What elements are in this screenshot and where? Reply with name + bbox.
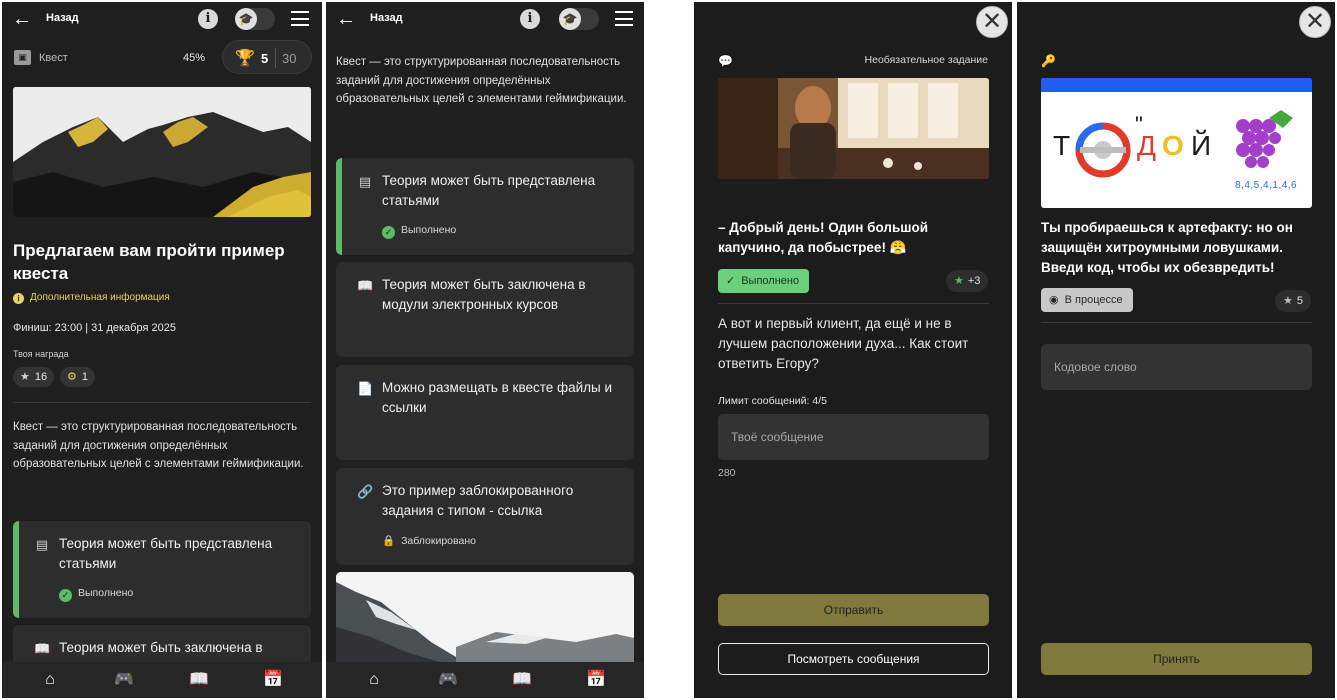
calendar-icon[interactable]: 📅	[263, 670, 283, 690]
quest-status-row: ▣ Квест 45% 🏆 5 30	[14, 40, 312, 74]
book-icon[interactable]: 📖	[512, 670, 532, 690]
progress-percent: 45%	[183, 52, 206, 64]
check-icon: ✓	[59, 589, 72, 602]
header: ← Назад i 🎓	[326, 2, 644, 36]
quest-overview-panel: ← Назад i 🎓 ▣ Квест 45% 🏆 5 30 Предлагае…	[2, 2, 322, 698]
lock-icon: 🔒	[382, 535, 396, 547]
artifact-text: Ты пробираешься к артефакту: но он защищ…	[1041, 220, 1293, 275]
message-input[interactable]	[718, 414, 989, 460]
in-progress-icon: ◉	[1049, 294, 1059, 306]
cafe-scene-image	[718, 78, 989, 179]
coin-icon: ⚙	[67, 371, 77, 383]
rebus-image: Т " Д О Й 8,4,5,4,1,4,6	[1041, 78, 1312, 208]
graduation-toggle[interactable]: 🎓	[559, 8, 599, 30]
quest-label: Квест	[39, 52, 68, 64]
trophies-done: 5	[261, 51, 269, 66]
quest-title: Предлагаем вам пройти пример квеста	[13, 241, 285, 283]
rebus-letter: Й	[1191, 130, 1212, 161]
back-arrow-icon[interactable]: ←	[12, 9, 32, 29]
link-icon: 🔗	[357, 484, 374, 499]
finish-date: Финиш: 23:00 | 31 декабря 2025	[13, 322, 176, 334]
rebus-letter: Д	[1137, 130, 1156, 161]
star-icon: ★	[1283, 295, 1293, 307]
task-card[interactable]: 📄 Можно размещать в квесте файлы и ссылк…	[336, 365, 634, 460]
menu-icon[interactable]	[291, 11, 309, 26]
graduation-toggle[interactable]: 🎓	[235, 8, 275, 30]
reward-label: Твоя награда	[13, 349, 69, 359]
status-chip: ✓ Выполнено	[718, 269, 810, 293]
rebus-letter: О	[1162, 130, 1184, 161]
task-status: ✓ Выполнено	[382, 224, 456, 239]
star-icon: ★	[954, 275, 964, 287]
calendar-icon[interactable]: 📅	[586, 670, 606, 690]
map-icon: ▣	[14, 50, 31, 65]
task-image	[336, 572, 634, 672]
rebus-letter: Т	[1053, 130, 1071, 161]
graduation-cap-icon: 🎓	[235, 8, 257, 30]
info-icon[interactable]: i	[520, 9, 540, 29]
reward-coins: ⚙ 1	[60, 367, 95, 387]
back-label[interactable]: Назад	[370, 12, 403, 24]
trophy-icon: 🏆	[235, 50, 255, 67]
book-icon: 📖	[34, 641, 51, 656]
header: ← Назад i 🎓	[2, 2, 322, 36]
trophy-counter[interactable]: 🏆 5 30	[222, 40, 312, 74]
home-icon[interactable]: ⌂	[40, 670, 60, 690]
code-task-modal: ✕ 🔑 Т " Д О Й 8,4,5,4,1,4,6 Ты пробираеш…	[1017, 2, 1335, 698]
customer-greeting: – Добрый день! Один большой капучино, да…	[718, 220, 929, 255]
chat-task-modal: ✕ 💬 Необязательное задание – Добрый день…	[694, 2, 1012, 698]
graduation-cap-icon: 🎓	[559, 8, 581, 30]
task-card[interactable]: 📖 Теория может быть заключена в модули э…	[336, 262, 634, 357]
article-icon: ▤	[35, 537, 49, 552]
star-icon: ★	[20, 371, 30, 383]
quest-tasks-panel: ← Назад i 🎓 Квест — это структурированна…	[326, 2, 644, 698]
close-icon[interactable]: ✕	[976, 6, 1008, 38]
status-chip: ◉ В процессе	[1041, 288, 1133, 312]
message-limit: Лимит сообщений: 4/5	[718, 395, 827, 407]
reward-stars: ★ 16	[13, 367, 55, 387]
task-status: 🔒 Заблокировано	[382, 535, 476, 547]
book-icon[interactable]: 📖	[189, 670, 209, 690]
menu-icon[interactable]	[615, 11, 633, 26]
send-button[interactable]: Отправить	[718, 594, 989, 626]
gamepad-icon[interactable]: 🎮	[438, 670, 458, 690]
quest-description: Квест — это структурированная последоват…	[336, 56, 627, 105]
question-text: А вот и первый клиент, да ещё и не в луч…	[718, 316, 969, 371]
additional-info-link[interactable]: i Дополнительная информация	[13, 292, 170, 304]
trophies-total: 30	[282, 51, 297, 66]
key-icon: 🔑	[1041, 54, 1056, 68]
grapes-icon	[1236, 110, 1293, 168]
points-chip: ★ +3	[946, 270, 989, 292]
bottom-nav: ⌂ 🎮 📖 📅	[2, 662, 322, 698]
info-dot-icon: i	[13, 293, 24, 304]
quest-description: Квест — это структурированная последоват…	[13, 421, 304, 470]
rebus-numbers: 8,4,5,4,1,4,6	[1235, 180, 1298, 191]
points-chip: ★ 5	[1275, 290, 1311, 312]
info-icon[interactable]: i	[198, 9, 218, 29]
quest-cover-image	[13, 87, 311, 217]
gamepad-icon[interactable]: 🎮	[114, 670, 134, 690]
code-word-input[interactable]	[1041, 344, 1312, 390]
char-counter: 280	[718, 467, 736, 479]
article-icon: ▤	[358, 174, 372, 189]
book-icon: 📖	[357, 278, 374, 293]
task-card[interactable]: 🔗 Это пример заблокированного задания с …	[336, 468, 634, 565]
task-status: ✓ Выполнено	[59, 587, 133, 602]
file-icon: 📄	[357, 381, 374, 396]
task-card[interactable]: ▤ Теория может быть представлена статьям…	[336, 158, 634, 255]
back-arrow-icon[interactable]: ←	[336, 9, 356, 29]
back-label[interactable]: Назад	[46, 12, 79, 24]
check-icon: ✓	[726, 275, 736, 287]
optional-task-label: Необязательное задание	[864, 54, 988, 66]
home-icon[interactable]: ⌂	[364, 670, 384, 690]
chat-icon: 💬	[718, 54, 733, 68]
check-icon: ✓	[382, 226, 395, 239]
bottom-nav: ⌂ 🎮 📖 📅	[326, 662, 644, 698]
task-card[interactable]: ▤ Теория может быть представлена статьям…	[13, 521, 311, 618]
view-messages-button[interactable]: Посмотреть сообщения	[718, 643, 989, 675]
accept-button[interactable]: Принять	[1041, 643, 1312, 675]
steering-wheel-icon	[1075, 122, 1131, 178]
close-icon[interactable]: ✕	[1299, 6, 1331, 38]
